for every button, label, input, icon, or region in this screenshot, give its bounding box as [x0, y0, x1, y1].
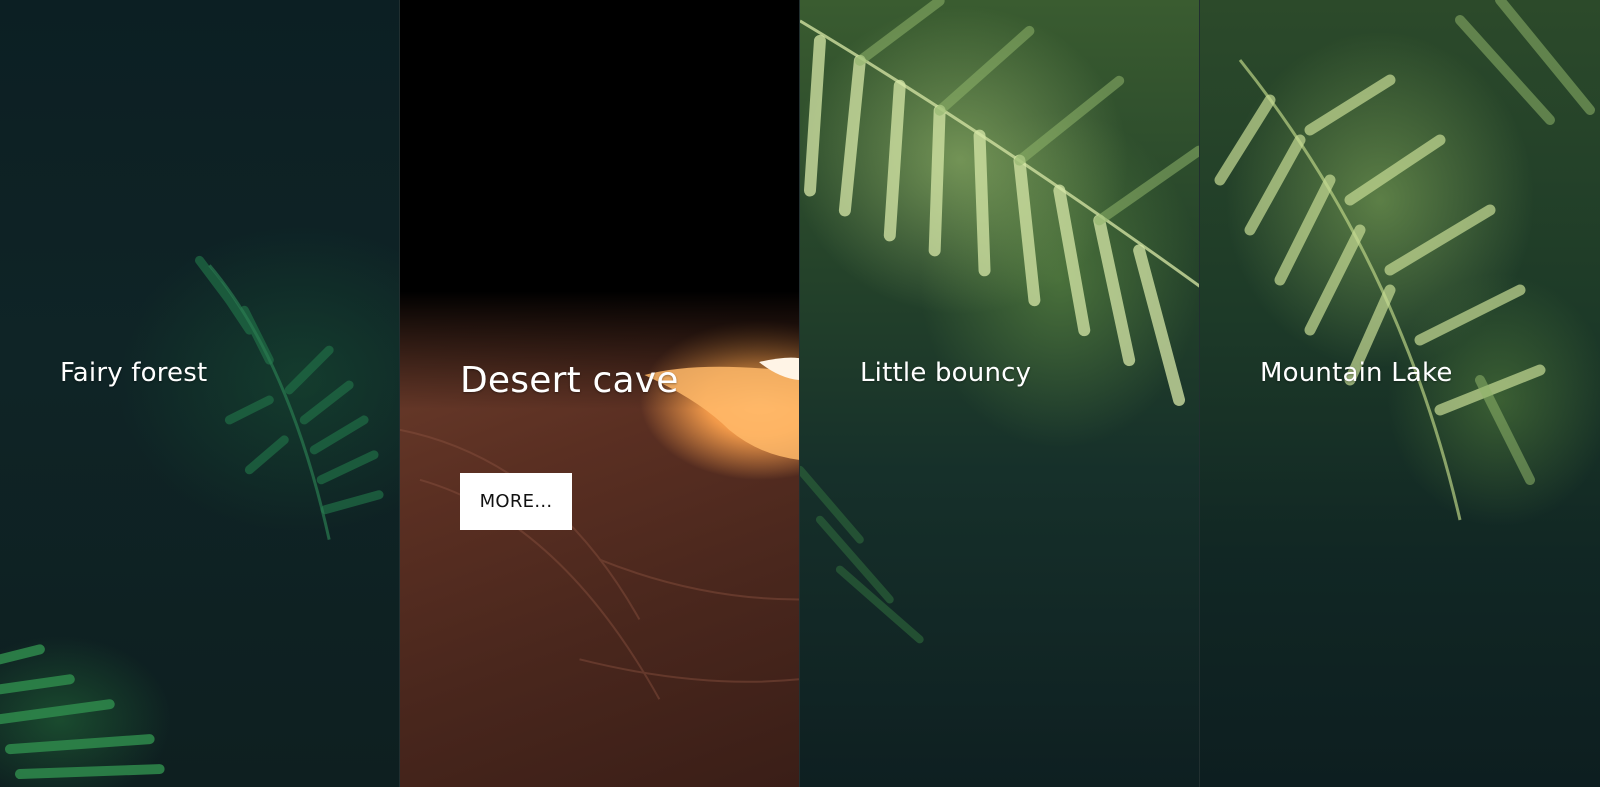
panel-title: Mountain Lake [1260, 358, 1453, 388]
panel-title: Desert cave [460, 360, 679, 401]
panel-fairy-forest[interactable]: Fairy forest [0, 0, 400, 787]
panel-little-bouncy[interactable]: Little bouncy [800, 0, 1200, 787]
panel-title: Little bouncy [860, 358, 1032, 388]
panel-title: Fairy forest [60, 358, 208, 388]
gallery-panels: Fairy forest Desert cave MORE... Little … [0, 0, 1600, 787]
fern-leaf-decoration [1214, 0, 1595, 521]
panel-mountain-lake[interactable]: Mountain Lake [1200, 0, 1600, 787]
panel-desert-cave[interactable]: Desert cave MORE... [400, 0, 800, 787]
more-button[interactable]: MORE... [460, 473, 572, 530]
fern-leaf-decoration [800, 0, 1199, 644]
fern-leaf-decoration [0, 255, 384, 780]
